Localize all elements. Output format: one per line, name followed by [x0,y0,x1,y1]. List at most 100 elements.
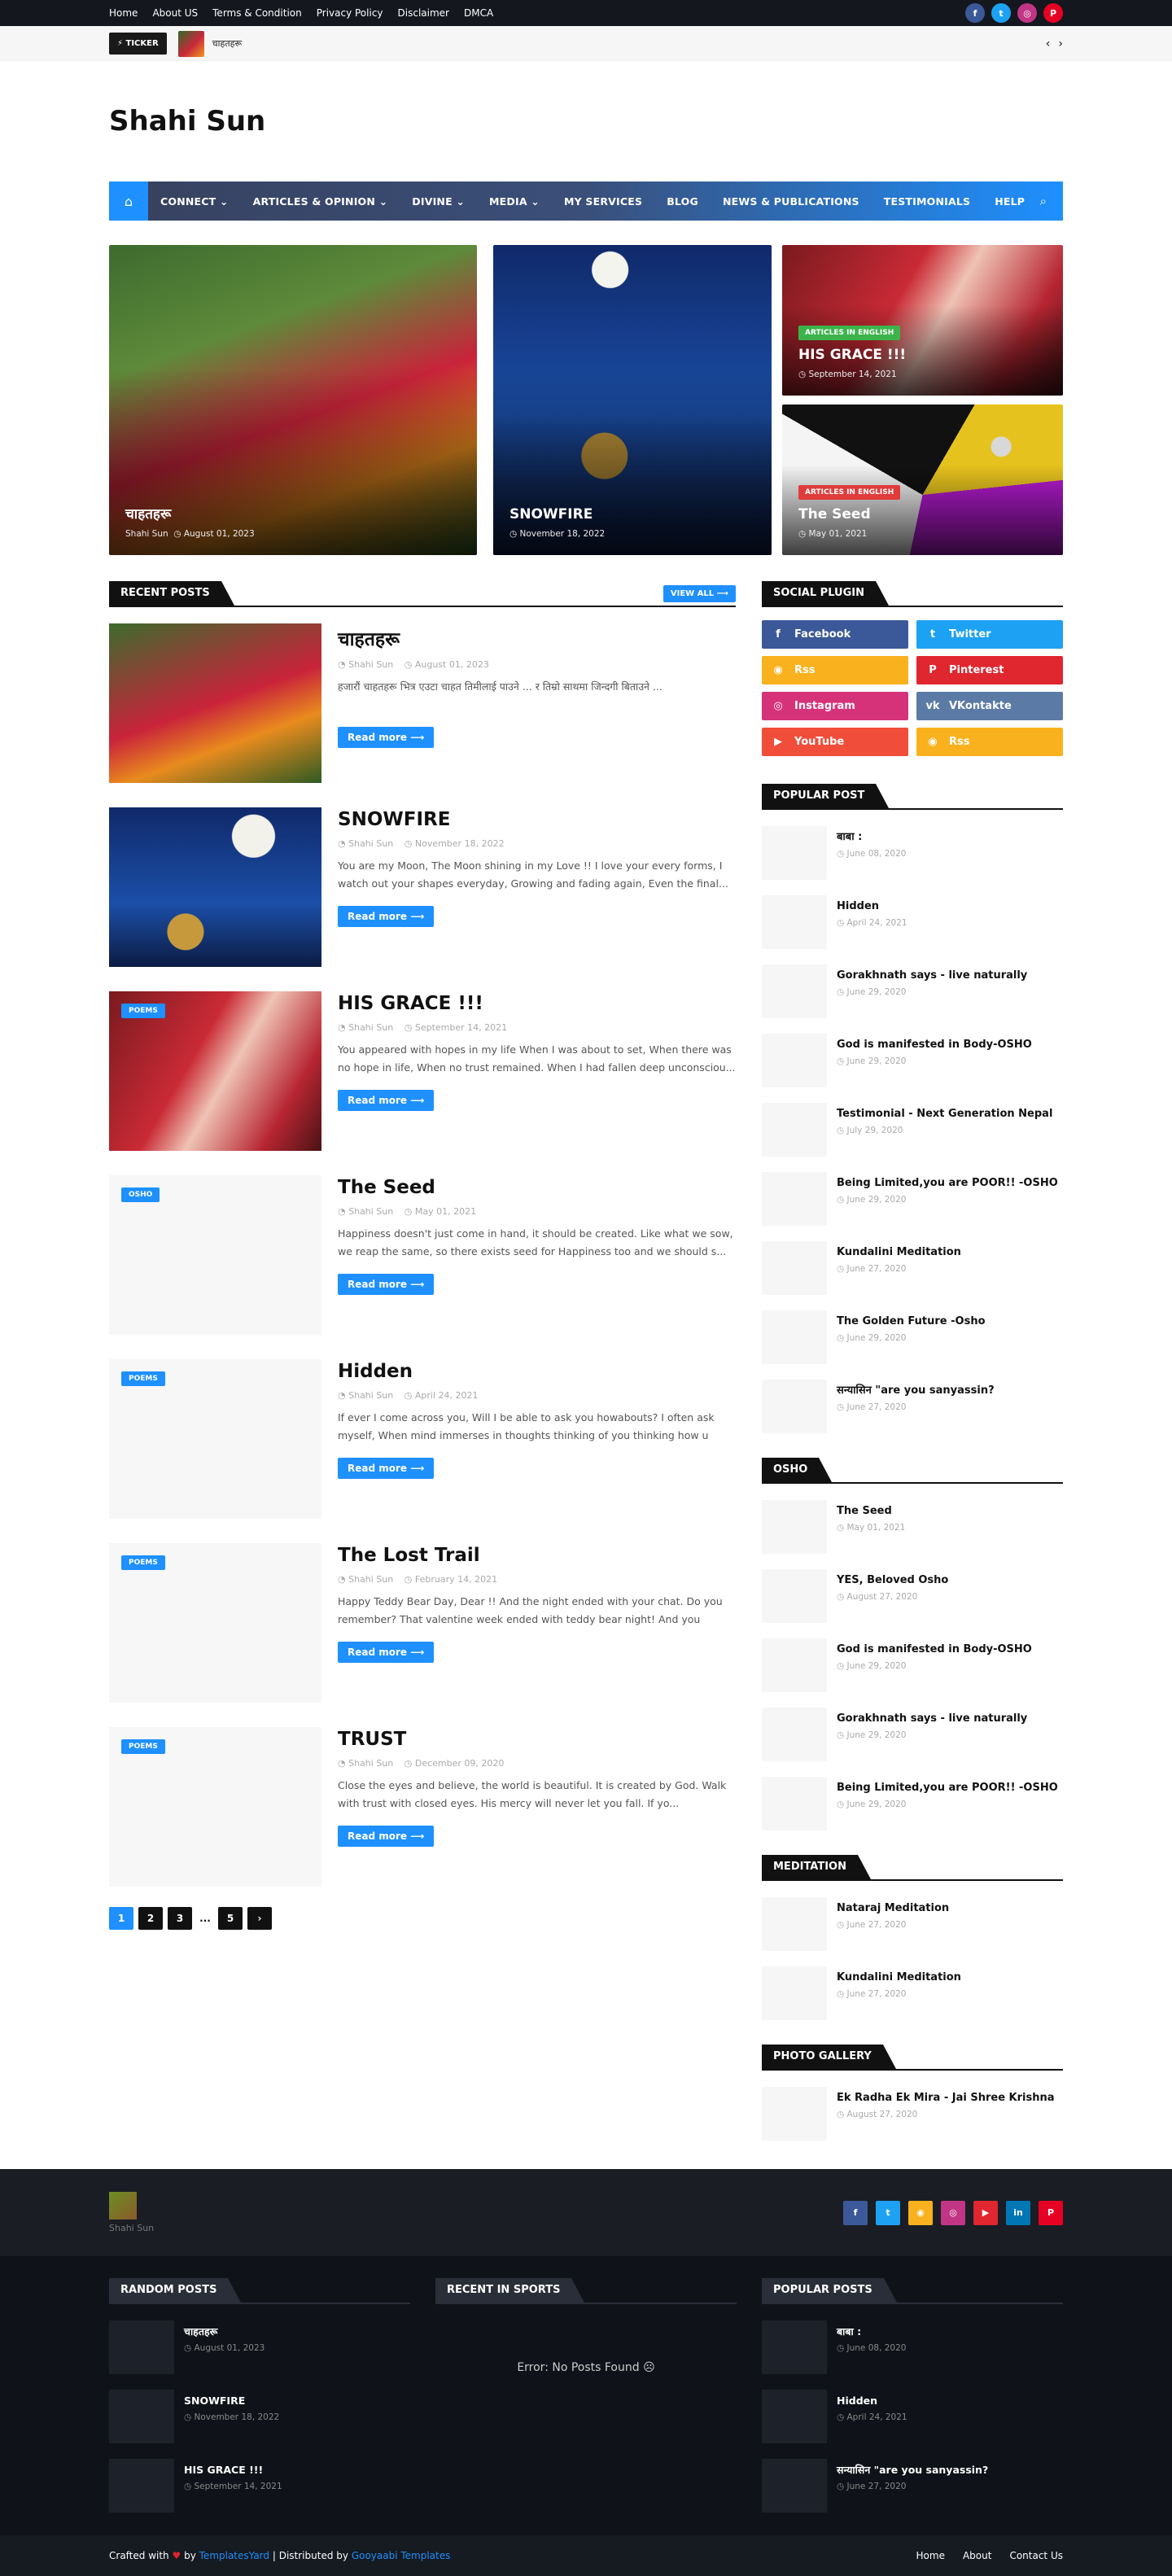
footer-menu-about[interactable]: About [963,2550,991,2561]
post-title[interactable]: सन्यासिन "are you sanyassin? [837,1383,995,1398]
ticker-prev-icon[interactable]: ‹ [1046,37,1051,50]
popular-post-item[interactable]: The Golden Future -Osho ◷ June 29, 2020 [762,1310,1063,1364]
post-title[interactable]: The Seed [338,1177,736,1198]
post-thumbnail[interactable] [762,1638,827,1692]
post-title[interactable]: Being Limited,you are POOR!! -OSHO [837,1780,1058,1795]
home-icon[interactable]: ⌂ [109,182,148,221]
post-thumbnail[interactable] [762,1966,827,2020]
social-button-instagram[interactable]: ◎ Instagram [762,692,908,720]
pinterest-icon[interactable]: P [1043,3,1063,23]
post-thumbnail[interactable] [762,826,827,880]
ticker-next-icon[interactable]: › [1058,37,1063,50]
post-thumbnail[interactable] [762,1241,827,1295]
social-button-vkontakte[interactable]: vk VKontakte [916,692,1063,720]
post-thumbnail[interactable] [762,964,827,1018]
social-button-rss[interactable]: ◉ Rss [762,656,908,684]
ticker-headline[interactable]: चाहतहरू [212,37,242,50]
popular-post-item[interactable]: Gorakhnath says - live naturally ◷ June 2… [762,964,1063,1018]
popular-post-item[interactable]: सन्यासिन "are you sanyassin? ◷ June 27, 2… [762,1380,1063,1433]
post-thumbnail[interactable]: POEMS [109,1727,321,1887]
post-title[interactable]: बाबा : [837,2324,906,2339]
footer-popular-item[interactable]: बाबा : ◷ June 08, 2020 [762,2320,1063,2374]
nav-media[interactable]: MEDIA ⌄ [477,195,552,208]
post-thumbnail[interactable]: POEMS [109,1359,321,1519]
instagram-icon[interactable]: ◎ [941,2200,965,2225]
post-thumbnail[interactable] [109,2390,174,2443]
post-thumbnail[interactable] [762,1569,827,1623]
read-more-button[interactable]: Read more ⟶ [338,906,435,927]
youtube-icon[interactable]: ▶ [973,2200,998,2225]
top-link-about[interactable]: About US [152,7,198,19]
social-button-facebook[interactable]: f Facebook [762,620,908,649]
footer-popular-item[interactable]: सन्यासिन "are you sanyassin? ◷ June 27, 2… [762,2459,1063,2513]
instagram-icon[interactable]: ◎ [1017,3,1037,23]
footer-menu-home[interactable]: Home [916,2550,945,2561]
post-thumbnail[interactable] [762,2390,827,2443]
post-thumbnail[interactable] [109,2459,174,2513]
post-thumbnail[interactable] [762,1034,827,1087]
page-button-5[interactable]: 5 [218,1907,243,1930]
footer-menu-contact[interactable]: Contact Us [1009,2550,1063,2561]
meditation-post-item[interactable]: Nataraj Meditation ◷ June 27, 2020 [762,1897,1063,1951]
top-link-terms[interactable]: Terms & Condition [212,7,302,19]
post-title[interactable]: The Seed [837,1503,905,1519]
featured-title[interactable]: The Seed [798,506,900,523]
post-title[interactable]: Nataraj Meditation [837,1900,949,1916]
page-button-3[interactable]: 3 [168,1907,192,1930]
next-page-button[interactable]: › [247,1907,272,1930]
post-title[interactable]: चाहतहरू [184,2324,265,2339]
read-more-button[interactable]: Read more ⟶ [338,1642,435,1663]
post-title[interactable]: God is manifested in Body-OSHO [837,1037,1032,1052]
post-title[interactable]: SNOWFIRE [338,809,736,830]
post-title[interactable]: बाबा : [837,829,906,845]
popular-post-item[interactable]: Testimonial - Next Generation Nepal ◷ Jul… [762,1103,1063,1157]
featured-post-1[interactable]: चाहतहरू Shahi Sun ◷ August 01, 2023 [109,245,477,555]
osho-post-item[interactable]: Being Limited,you are POOR!! -OSHO ◷ June… [762,1777,1063,1830]
post-thumbnail[interactable] [762,1500,827,1554]
post-thumbnail[interactable] [762,1708,827,1761]
top-link-dmca[interactable]: DMCA [464,7,493,19]
rss-icon[interactable]: ◉ [908,2200,933,2225]
post-category-badge[interactable]: OSHO [121,1187,160,1202]
post-title[interactable]: Kundalini Meditation [837,1970,961,1985]
nav-testimonials[interactable]: TESTIMONIALS [872,195,982,208]
nav-connect[interactable]: CONNECT ⌄ [148,195,241,208]
social-button-rss[interactable]: ◉ Rss [916,728,1063,756]
top-link-home[interactable]: Home [109,7,138,19]
random-post-item[interactable]: SNOWFIRE ◷ November 18, 2022 [109,2390,410,2443]
popular-post-item[interactable]: Kundalini Meditation ◷ June 27, 2020 [762,1241,1063,1295]
post-thumbnail[interactable] [762,2320,827,2374]
twitter-icon[interactable]: t [876,2200,900,2225]
page-button-1[interactable]: 1 [109,1907,133,1930]
post-thumbnail[interactable]: POEMS [109,1543,321,1703]
post-thumbnail[interactable] [109,623,321,783]
read-more-button[interactable]: Read more ⟶ [338,1826,435,1847]
pinterest-icon[interactable]: P [1039,2200,1063,2225]
random-post-item[interactable]: चाहतहरू ◷ August 01, 2023 [109,2320,410,2374]
post-title[interactable]: Hidden [837,2393,907,2408]
social-button-pinterest[interactable]: P Pinterest [916,656,1063,684]
read-more-button[interactable]: Read more ⟶ [338,727,435,748]
nav-my-services[interactable]: MY SERVICES [552,195,654,208]
post-title[interactable]: YES, Beloved Osho [837,1572,948,1588]
post-title[interactable]: चाहतहरू [338,625,736,651]
post-thumbnail[interactable] [762,2459,827,2513]
post-title[interactable]: Kundalini Meditation [837,1244,961,1260]
read-more-button[interactable]: Read more ⟶ [338,1274,435,1295]
site-title[interactable]: Shahi Sun [109,105,1063,138]
ticker-thumbnail[interactable] [177,30,204,57]
post-thumbnail[interactable] [762,1777,827,1830]
random-post-item[interactable]: HIS GRACE !!! ◷ September 14, 2021 [109,2459,410,2513]
post-title[interactable]: सन्यासिन "are you sanyassin? [837,2462,988,2478]
post-title[interactable]: HIS GRACE !!! [184,2462,282,2478]
post-thumbnail[interactable] [109,2320,174,2374]
osho-post-item[interactable]: Gorakhnath says - live naturally ◷ June 2… [762,1708,1063,1761]
nav-help[interactable]: HELP [982,195,1037,208]
search-icon[interactable]: ⌕ [1040,194,1063,208]
post-thumbnail[interactable] [762,1897,827,1951]
view-all-button[interactable]: VIEW ALL ⟶ [663,584,736,602]
top-link-disclaimer[interactable]: Disclaimer [398,7,449,19]
post-thumbnail[interactable] [762,1380,827,1433]
post-thumbnail[interactable]: POEMS [109,991,321,1151]
post-category-badge[interactable]: POEMS [121,1371,165,1386]
